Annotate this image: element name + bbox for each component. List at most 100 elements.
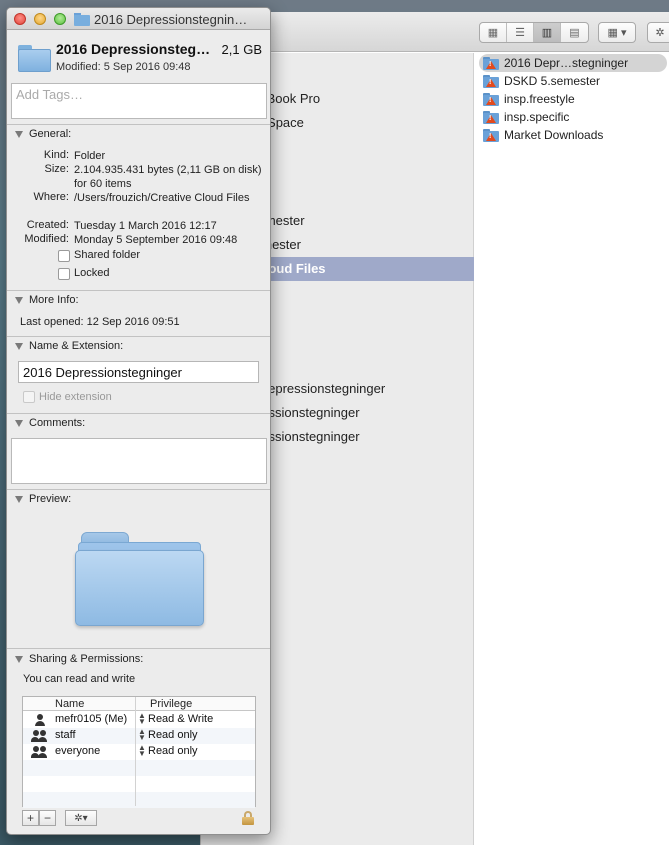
stepper-arrows-icon[interactable]: ▲ ▼	[138, 728, 146, 742]
grid-arrange-icon: ▦ ▾	[607, 27, 627, 39]
permission-user: everyone	[55, 745, 101, 757]
remove-user-button[interactable]: −	[39, 810, 56, 826]
column-divider	[135, 697, 136, 806]
gear-icon: ✲	[655, 27, 665, 39]
section-preview-label: Preview:	[29, 493, 72, 505]
file-row[interactable]: 2016 Depr…stegninger	[479, 54, 667, 72]
window-title: 2016 Depressionstegnin…	[94, 12, 248, 27]
coverflow-view-icon[interactable]: ▤	[561, 23, 588, 42]
permissions-action-button[interactable]: ✲▾	[65, 810, 97, 826]
file-name: insp.specific	[504, 110, 570, 124]
column-view-icon[interactable]: ▥	[534, 23, 561, 42]
where-label: Where:	[33, 191, 69, 203]
size-label: Size:	[44, 163, 69, 175]
disclosure-triangle-icon[interactable]	[15, 420, 23, 427]
file-row[interactable]: DSKD 5.semester	[479, 72, 667, 90]
kind-value: Folder	[74, 150, 106, 162]
last-opened: Last opened: 12 Sep 2016 09:51	[20, 316, 180, 328]
comments-textarea[interactable]	[11, 438, 267, 484]
permission-row	[23, 776, 255, 792]
single-user-icon	[33, 714, 47, 726]
title-bar[interactable]: 2016 Depressionstegnin…	[7, 8, 270, 30]
preview-folder-icon	[75, 532, 204, 626]
divider	[7, 648, 270, 649]
file-name: 2016 Depr…stegninger	[504, 56, 629, 70]
folder-warning-icon	[483, 92, 499, 106]
get-info-window: 2016 Depressionstegnin… 2016 Depressions…	[6, 7, 271, 835]
sharing-summary: You can read and write	[23, 673, 136, 685]
folder-warning-icon	[483, 128, 499, 142]
file-row[interactable]: Market Downloads	[479, 126, 667, 144]
created-value: Tuesday 1 March 2016 12:17	[74, 220, 217, 232]
permission-row	[23, 792, 255, 808]
tags-input[interactable]: Add Tags…	[11, 83, 267, 119]
lock-icon[interactable]	[242, 811, 254, 825]
list-view-icon[interactable]: ☰	[507, 23, 534, 42]
disclosure-triangle-icon[interactable]	[15, 131, 23, 138]
section-name-extension-label: Name & Extension:	[29, 340, 124, 352]
disclosure-triangle-icon[interactable]	[15, 343, 23, 350]
locked-checkbox[interactable]	[58, 268, 70, 280]
column-name[interactable]: Name	[55, 698, 84, 710]
arrange-button[interactable]: ▦ ▾	[598, 22, 636, 43]
hide-extension-checkbox[interactable]	[23, 391, 35, 403]
permissions-table: Name Privilege mefr0105 (Me) ▲ ▼ Read & Wri…	[22, 696, 256, 808]
permission-row	[23, 760, 255, 776]
privilege-popup[interactable]: Read only	[148, 729, 198, 741]
everyone-icon	[31, 746, 47, 758]
group-icon	[31, 730, 47, 742]
section-general[interactable]: General:	[7, 125, 270, 143]
permissions-header: Name Privilege	[23, 697, 255, 711]
column-privilege[interactable]: Privilege	[150, 698, 192, 710]
section-sharing[interactable]: Sharing & Permissions:	[7, 650, 270, 668]
add-user-button[interactable]: +	[22, 810, 39, 826]
modified-value: Monday 5 September 2016 09:48	[74, 234, 238, 246]
file-name: insp.freestyle	[504, 92, 575, 106]
kind-label: Kind:	[43, 149, 69, 161]
section-more-info[interactable]: More Info:	[7, 291, 270, 309]
finder-file-column: 2016 Depr…stegninger DSKD 5.semester insp.…	[475, 53, 669, 845]
section-name-extension[interactable]: Name & Extension:	[7, 337, 270, 355]
action-button[interactable]: ✲	[647, 22, 669, 43]
stepper-arrows-icon[interactable]: ▲ ▼	[138, 744, 146, 758]
disclosure-triangle-icon[interactable]	[15, 656, 23, 663]
view-switcher[interactable]: ▦ ☰ ▥ ▤	[479, 22, 589, 43]
section-sharing-label: Sharing & Permissions:	[29, 653, 144, 665]
file-row[interactable]: insp.freestyle	[479, 90, 667, 108]
size-value: 2.104.935.431 bytes (2,11 GB on disk) fo…	[74, 164, 262, 190]
folder-icon	[74, 13, 90, 26]
created-label: Created:	[26, 219, 69, 231]
locked-label: Locked	[74, 267, 110, 279]
privilege-popup[interactable]: Read only	[148, 745, 198, 757]
privilege-popup[interactable]: Read & Write	[148, 713, 213, 725]
section-general-label: General:	[29, 128, 72, 140]
permission-row[interactable]: everyone ▲ ▼ Read only	[23, 744, 255, 760]
where-value: /Users/frouzich/Creative Cloud Files	[74, 192, 250, 204]
folder-warning-icon	[483, 110, 499, 124]
section-preview[interactable]: Preview:	[7, 490, 270, 508]
section-comments[interactable]: Comments:	[7, 414, 270, 432]
shared-folder-checkbox[interactable]	[58, 250, 70, 262]
stepper-arrows-icon[interactable]: ▲ ▼	[138, 712, 146, 726]
folder-warning-icon	[483, 74, 499, 88]
permission-user: mefr0105 (Me)	[55, 713, 128, 725]
permission-row[interactable]: mefr0105 (Me) ▲ ▼ Read & Write	[23, 712, 255, 728]
finder-toolbar: ▦ ☰ ▥ ▤ ▦ ▾ ✲	[201, 12, 669, 52]
section-more-info-label: More Info:	[29, 294, 79, 306]
file-row[interactable]: insp.specific	[479, 108, 667, 126]
close-button[interactable]	[14, 13, 26, 25]
hide-extension-label: Hide extension	[39, 391, 112, 403]
permission-row[interactable]: staff ▲ ▼ Read only	[23, 728, 255, 744]
file-name: Market Downloads	[504, 128, 604, 142]
item-name: 2016 Depressionsteg…	[56, 41, 211, 57]
name-input[interactable]: 2016 Depressionstegninger	[18, 361, 259, 383]
icon-view-icon[interactable]: ▦	[480, 23, 507, 42]
disclosure-triangle-icon[interactable]	[15, 496, 23, 503]
folder-icon	[18, 45, 51, 72]
disclosure-triangle-icon[interactable]	[15, 297, 23, 304]
item-modified: Modified: 5 Sep 2016 09:48	[56, 61, 191, 73]
zoom-button[interactable]	[54, 13, 66, 25]
minimize-button[interactable]	[34, 13, 46, 25]
permission-user: staff	[55, 729, 76, 741]
modified-label: Modified:	[24, 233, 69, 245]
